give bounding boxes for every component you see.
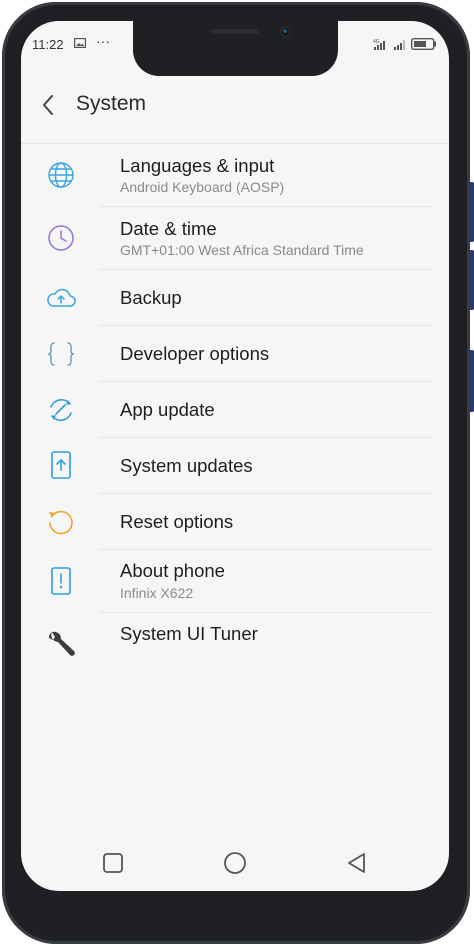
setting-system-ui-tuner[interactable]: System UI Tuner xyxy=(21,613,449,668)
page-title: System xyxy=(76,92,147,115)
setting-subtitle: Infinix X622 xyxy=(120,585,194,601)
mobile-signal-icon: 4G xyxy=(373,39,385,50)
setting-title: Date & time xyxy=(120,218,217,239)
setting-title: Languages & input xyxy=(120,155,275,176)
setting-date-time[interactable]: Date & time GMT+01:00 West Africa Standa… xyxy=(21,207,449,269)
chevron-left-icon xyxy=(43,95,53,115)
setting-title: System updates xyxy=(120,455,253,476)
setting-title: About phone xyxy=(120,560,225,581)
phone-info-icon xyxy=(45,565,77,597)
setting-reset-options[interactable]: Reset options xyxy=(21,494,449,549)
reset-icon xyxy=(45,506,77,538)
front-camera-icon xyxy=(280,26,291,37)
phone-update-icon xyxy=(45,449,77,481)
status-indicators: 4G xyxy=(373,38,437,50)
setting-developer-options[interactable]: Developer options xyxy=(21,326,449,381)
volume-up-button xyxy=(469,182,474,242)
phone-frame: 11:22 ··· 4G System Languages & input An… xyxy=(0,0,474,948)
setting-about-phone[interactable]: About phone Infinix X622 xyxy=(21,550,449,612)
setting-title: Backup xyxy=(120,287,182,308)
refresh-icon xyxy=(45,394,77,426)
globe-icon xyxy=(45,159,77,191)
setting-title: App update xyxy=(120,399,215,420)
back-triangle-icon xyxy=(348,853,365,873)
setting-subtitle: GMT+01:00 West Africa Standard Time xyxy=(120,242,364,258)
power-button xyxy=(469,350,474,412)
wrench-icon xyxy=(45,628,77,660)
setting-app-update[interactable]: App update xyxy=(21,382,449,437)
home-icon xyxy=(224,852,246,874)
svg-text:4G: 4G xyxy=(373,39,380,45)
camera-notch xyxy=(133,21,338,76)
back-nav-button[interactable] xyxy=(341,847,373,879)
earpiece-speaker xyxy=(211,29,259,34)
cloud-upload-icon xyxy=(45,282,77,314)
app-header: System xyxy=(21,81,449,144)
signal-strength-icon xyxy=(394,40,405,50)
home-button[interactable] xyxy=(219,847,251,879)
recents-button[interactable] xyxy=(97,847,129,879)
setting-title: System UI Tuner xyxy=(120,623,258,644)
gallery-notification-icon xyxy=(74,38,86,48)
clock-icon xyxy=(45,222,77,254)
navigation-bar xyxy=(21,835,449,891)
back-button[interactable] xyxy=(33,90,63,120)
setting-subtitle: Android Keyboard (AOSP) xyxy=(120,179,285,195)
screen: 11:22 ··· 4G System Languages & input An… xyxy=(21,21,449,891)
setting-title: Reset options xyxy=(120,511,234,532)
battery-icon xyxy=(411,38,436,50)
volume-down-button xyxy=(469,250,474,310)
setting-languages-input[interactable]: Languages & input Android Keyboard (AOSP… xyxy=(21,144,449,206)
status-time: 11:22 xyxy=(32,37,64,52)
more-notifications-icon: ··· xyxy=(96,33,110,49)
setting-system-updates[interactable]: System updates xyxy=(21,438,449,493)
setting-title: Developer options xyxy=(120,343,270,364)
braces-icon xyxy=(45,338,77,370)
recents-icon xyxy=(103,853,123,873)
setting-backup[interactable]: Backup xyxy=(21,270,449,325)
